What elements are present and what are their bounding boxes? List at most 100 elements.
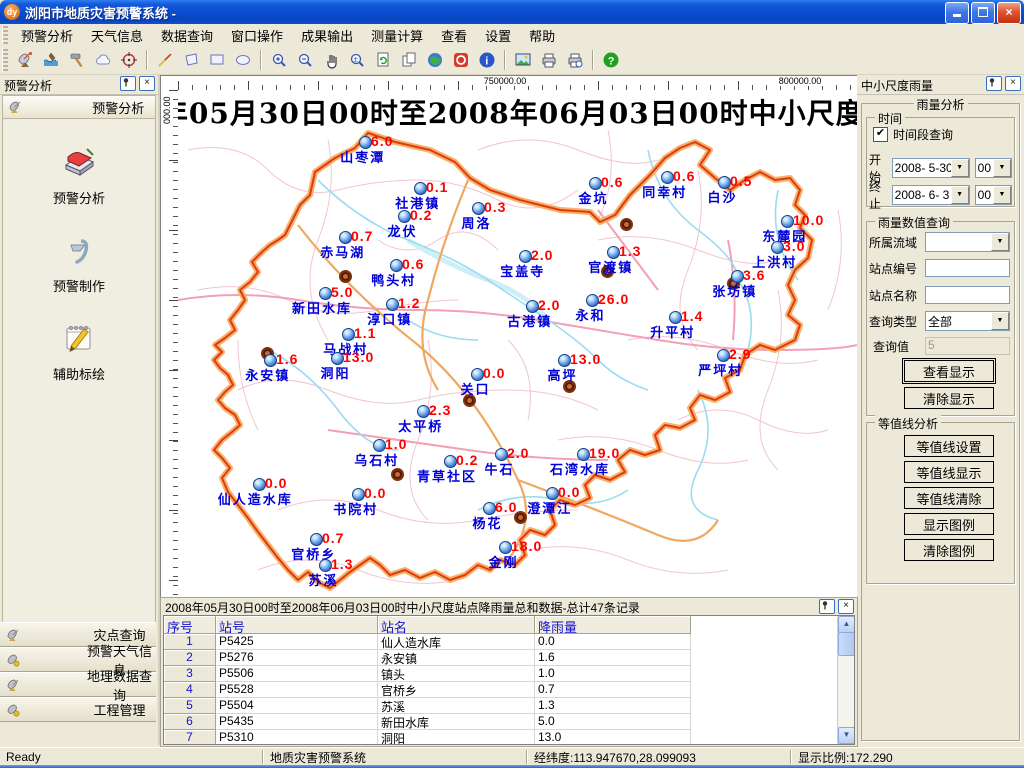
chevron-down-icon[interactable]: ▼ xyxy=(951,186,969,204)
draw-ellipse-icon[interactable] xyxy=(231,48,255,72)
station-name: 升平村 xyxy=(650,322,695,341)
zoom-extent-icon[interactable]: ± xyxy=(345,48,369,72)
pin-icon[interactable] xyxy=(986,76,1002,91)
scroll-up-icon[interactable]: ▲ xyxy=(838,616,855,633)
copy-icon[interactable] xyxy=(397,48,421,72)
chevron-down-icon[interactable]: ▼ xyxy=(993,186,1011,204)
contour-button-5[interactable]: 清除图例 xyxy=(904,539,994,561)
table-row[interactable]: 4P5528官桥乡0.7 xyxy=(164,682,854,698)
view-display-button[interactable]: 查看显示 xyxy=(904,360,994,382)
start-date-combo[interactable]: 2008- 5-30 ▼ xyxy=(892,158,970,178)
end-hour-combo[interactable]: 00 ▼ xyxy=(975,185,1012,205)
toolbar-grip[interactable] xyxy=(2,49,8,71)
left-panel-group-header[interactable]: 预警分析 xyxy=(3,96,155,119)
globe-icon[interactable] xyxy=(423,48,447,72)
contour-button-1[interactable]: 等值线设置 xyxy=(904,435,994,457)
station-id-input[interactable] xyxy=(925,259,1010,277)
minimize-button[interactable] xyxy=(945,2,969,24)
station-name: 金刚 xyxy=(488,552,518,571)
close-icon[interactable]: × xyxy=(838,599,854,614)
menu-item-4[interactable]: 窗口操作 xyxy=(222,24,292,47)
clear-display-button[interactable]: 清除显示 xyxy=(904,387,994,409)
menu-item-3[interactable]: 数据查询 xyxy=(152,24,222,47)
menu-grip[interactable] xyxy=(2,26,8,44)
menu-item-2[interactable]: 天气信息 xyxy=(82,24,152,47)
restore-button[interactable] xyxy=(971,2,995,24)
table-row[interactable]: 5P5504苏溪1.3 xyxy=(164,698,854,714)
station-name-input[interactable] xyxy=(925,286,1010,304)
chevron-down-icon[interactable]: ▼ xyxy=(991,312,1009,330)
close-icon[interactable]: × xyxy=(1005,76,1021,91)
menu-item-8[interactable]: 设置 xyxy=(476,24,520,47)
table-row[interactable]: 6P5435新田水库5.0 xyxy=(164,714,854,730)
pan-icon[interactable] xyxy=(319,48,343,72)
tool-label: 预警分析 xyxy=(3,188,155,207)
menu-item-6[interactable]: 测量计算 xyxy=(362,24,432,47)
refresh-icon[interactable] xyxy=(371,48,395,72)
contour-button-4[interactable]: 显示图例 xyxy=(904,513,994,535)
scroll-down-icon[interactable]: ▼ xyxy=(838,727,855,744)
stop-icon[interactable] xyxy=(449,48,473,72)
flood-icon[interactable] xyxy=(39,48,63,72)
column-header-3[interactable]: 站名 xyxy=(378,616,535,634)
pin-icon[interactable] xyxy=(819,599,835,614)
chevron-down-icon[interactable]: ▼ xyxy=(993,159,1011,177)
scroll-thumb[interactable] xyxy=(838,632,855,656)
cloud-icon[interactable] xyxy=(91,48,115,72)
menu-item-7[interactable]: 查看 xyxy=(432,24,476,47)
row-cell: 1.0 xyxy=(535,666,691,682)
help-icon[interactable]: ? xyxy=(599,48,623,72)
pin-icon[interactable] xyxy=(120,76,136,91)
draw-rect-icon[interactable] xyxy=(205,48,229,72)
chevron-down-icon[interactable]: ▼ xyxy=(951,159,969,177)
rain-analysis-group-label: 雨量分析 xyxy=(913,96,967,113)
sidebar-item-3[interactable]: 地理数据查询 xyxy=(0,672,156,697)
hammer-icon[interactable] xyxy=(65,48,89,72)
map-canvas[interactable]: 6.0山枣潭0.1社港镇0.2龙伏0.3周洛0.7赤马湖0.6金坑0.6同幸村0… xyxy=(178,90,857,597)
chevron-down-icon[interactable]: ▼ xyxy=(991,233,1009,251)
print-preview-icon[interactable] xyxy=(563,48,587,72)
draw-line-icon[interactable] xyxy=(153,48,177,72)
table-scrollbar[interactable]: ▲ ▼ xyxy=(837,616,854,744)
station-name: 龙伏 xyxy=(387,221,417,240)
end-date-combo[interactable]: 2008- 6- 3 ▼ xyxy=(892,185,970,205)
satellite-icon[interactable] xyxy=(13,48,37,72)
contour-button-2[interactable]: 等值线显示 xyxy=(904,461,994,483)
menu-item-1[interactable]: 预警分析 xyxy=(12,24,82,47)
tool-label: 预警制作 xyxy=(3,276,155,295)
print-icon[interactable] xyxy=(537,48,561,72)
column-header-2[interactable]: 站号 xyxy=(216,616,378,634)
table-row[interactable]: 7P5310洞阳13.0 xyxy=(164,730,854,745)
close-icon[interactable]: × xyxy=(139,76,155,91)
row-cell: 镇头 xyxy=(378,666,535,682)
column-header-4[interactable]: 降雨量 xyxy=(535,616,691,634)
tool-2[interactable]: 预警制作 xyxy=(3,229,155,295)
station-name: 同幸村 xyxy=(642,182,687,201)
station-id-label: 站点编号 xyxy=(869,260,925,277)
contour-button-3[interactable]: 等值线清除 xyxy=(904,487,994,509)
table-row[interactable]: 1P5425仙人造水库0.0 xyxy=(164,634,854,650)
zoom-in-icon[interactable] xyxy=(267,48,291,72)
sidebar-item-4[interactable]: 工程管理 xyxy=(0,697,156,722)
bottom-panel-title-bar: 2008年05月30日00时至2008年06月03日00时中小尺度站点降雨量总和… xyxy=(161,598,857,615)
column-header-1[interactable]: 序号 xyxy=(164,616,216,634)
start-hour-combo[interactable]: 00 ▼ xyxy=(975,158,1012,178)
menu-item-9[interactable]: 帮助 xyxy=(520,24,564,47)
tool-1[interactable]: 预警分析 xyxy=(3,141,155,207)
rainfall-data-panel: 2008年05月30日00时至2008年06月03日00时中小尺度站点降雨量总和… xyxy=(160,597,858,747)
query-type-combo[interactable]: 全部 ▼ xyxy=(925,311,1010,331)
locate-icon[interactable] xyxy=(117,48,141,72)
tool-3[interactable]: 辅助标绘 xyxy=(3,317,155,383)
info-icon[interactable]: i xyxy=(475,48,499,72)
station-name: 赤马湖 xyxy=(320,242,365,261)
basin-combo[interactable]: ▼ xyxy=(925,232,1010,252)
menu-item-5[interactable]: 成果输出 xyxy=(292,24,362,47)
draw-polygon-icon[interactable] xyxy=(179,48,203,72)
station-name: 永和 xyxy=(575,305,605,324)
zoom-out-icon[interactable] xyxy=(293,48,317,72)
table-row[interactable]: 3P5506镇头1.0 xyxy=(164,666,854,682)
close-button[interactable]: × xyxy=(997,2,1021,24)
image-export-icon[interactable] xyxy=(511,48,535,72)
time-range-checkbox[interactable]: ✔ xyxy=(873,127,888,142)
table-row[interactable]: 2P5276永安镇1.6 xyxy=(164,650,854,666)
